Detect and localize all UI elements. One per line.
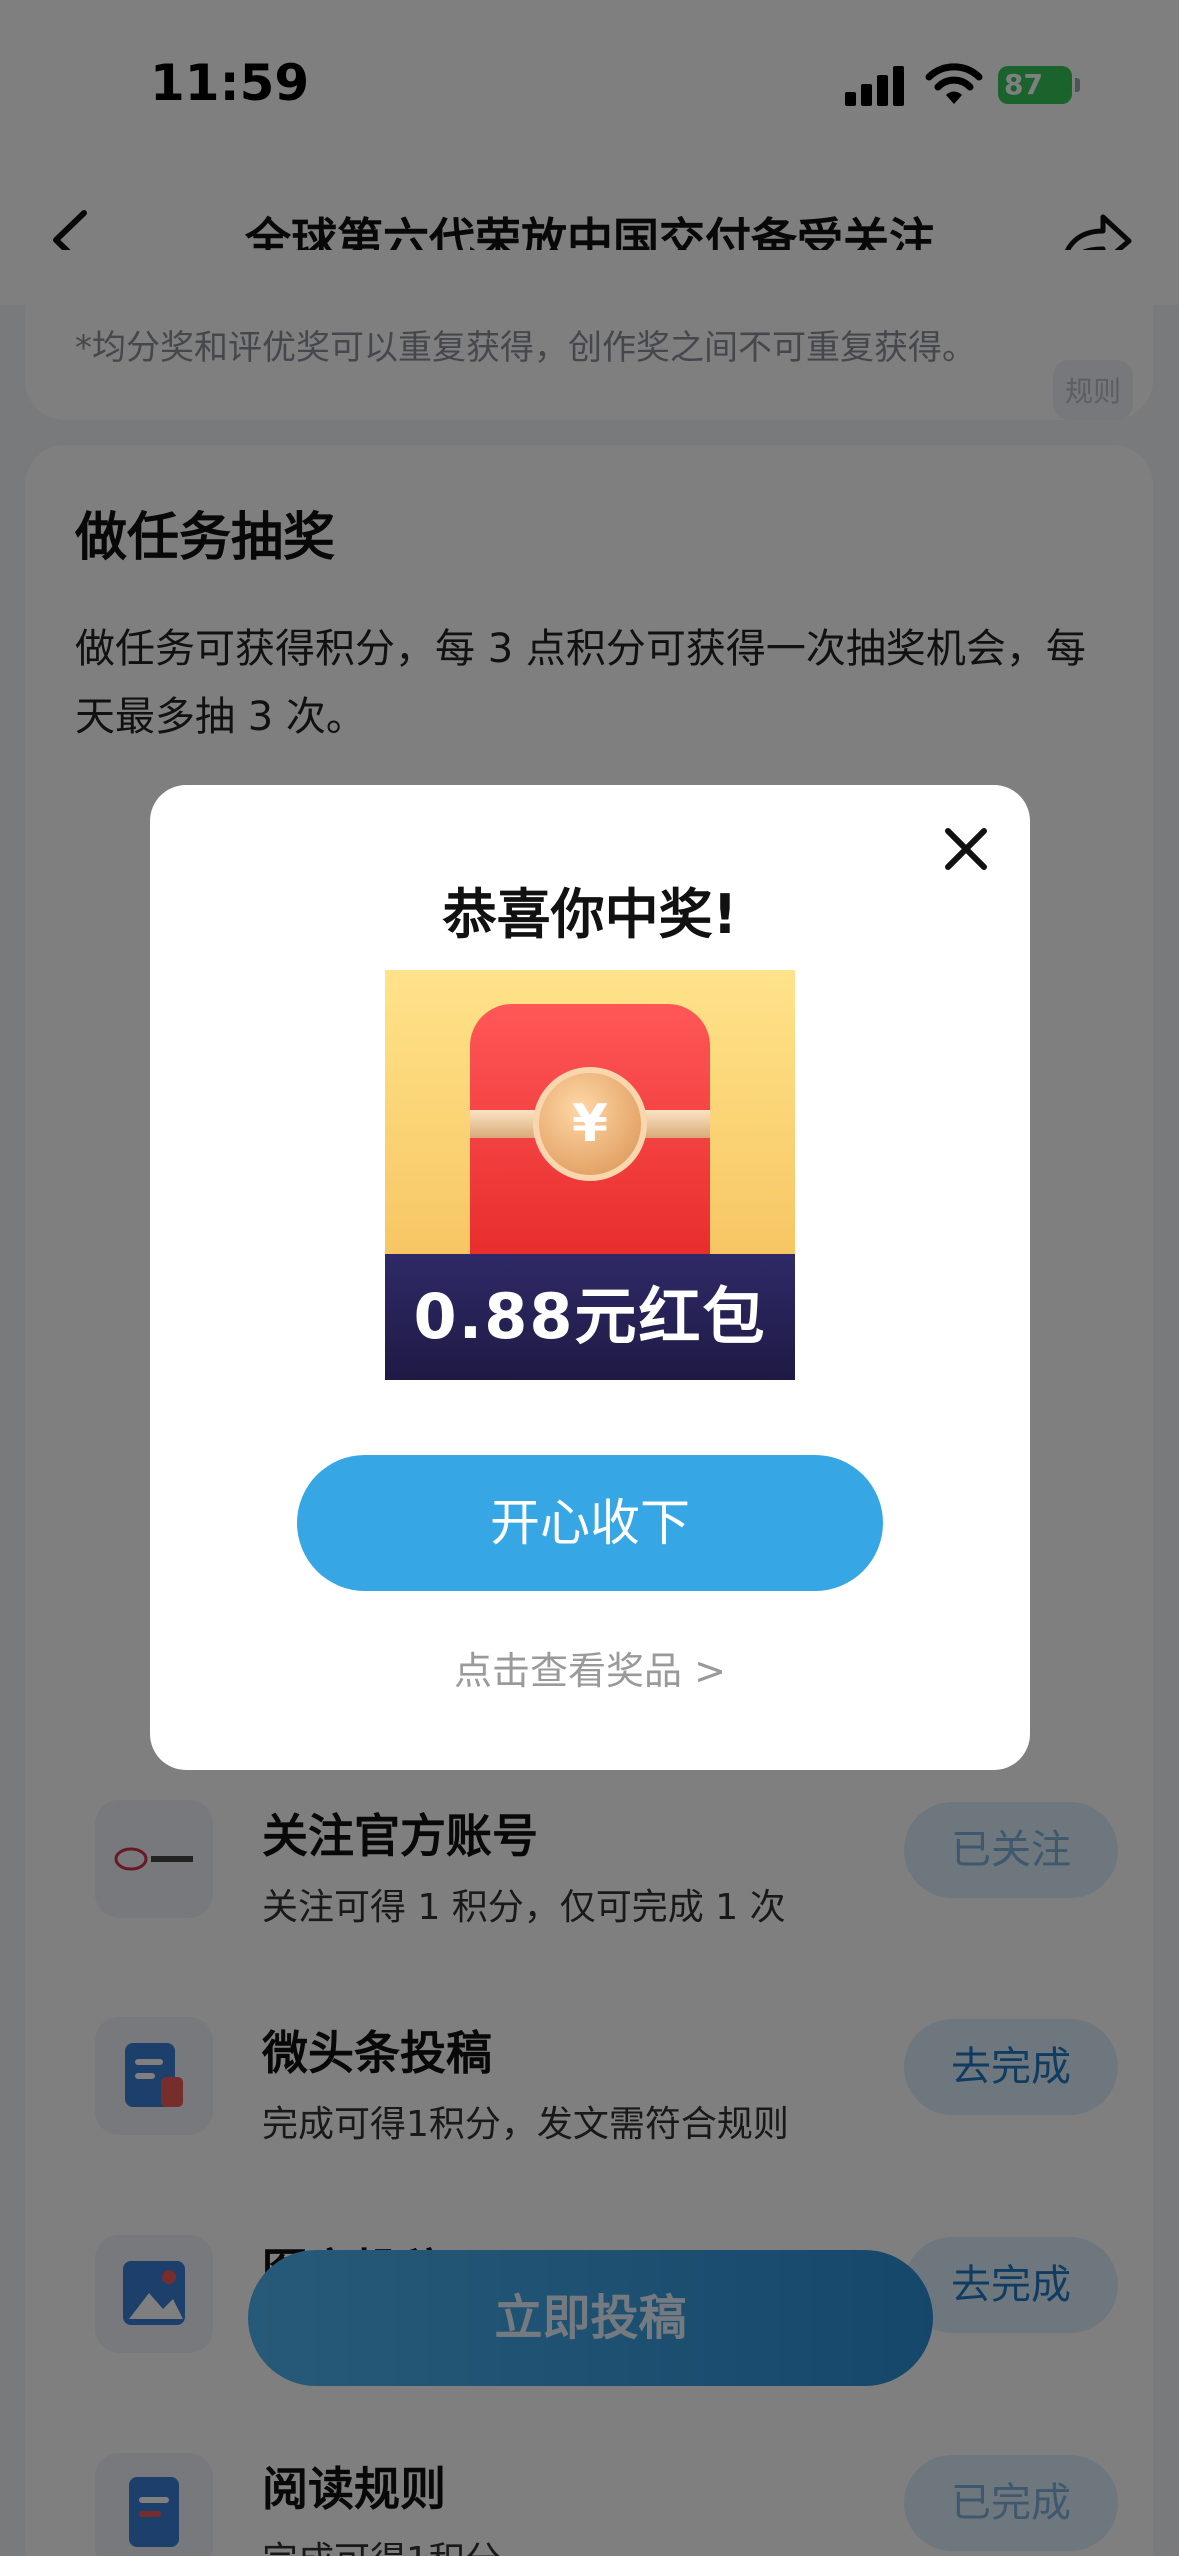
prize-modal: 恭喜你中奖! ¥ 0.88元红包 开心收下 点击查看奖品 > (150, 785, 1030, 1770)
accept-prize-button[interactable]: 开心收下 (297, 1455, 883, 1591)
close-icon[interactable] (940, 823, 992, 875)
modal-title: 恭喜你中奖! (442, 883, 738, 946)
red-envelope-prize-image: ¥ 0.88元红包 (385, 970, 795, 1380)
app-screen: 11:59 87 全球第六代荣放中国交付备受关注 *均分奖和评优奖可以重复获得，… (0, 0, 1179, 2556)
yuan-coin-icon: ¥ (533, 1067, 647, 1181)
prize-band: 0.88元红包 (385, 1254, 795, 1380)
view-prize-link[interactable]: 点击查看奖品 > (150, 1640, 1030, 1695)
prize-label: 0.88元红包 (413, 1280, 767, 1353)
